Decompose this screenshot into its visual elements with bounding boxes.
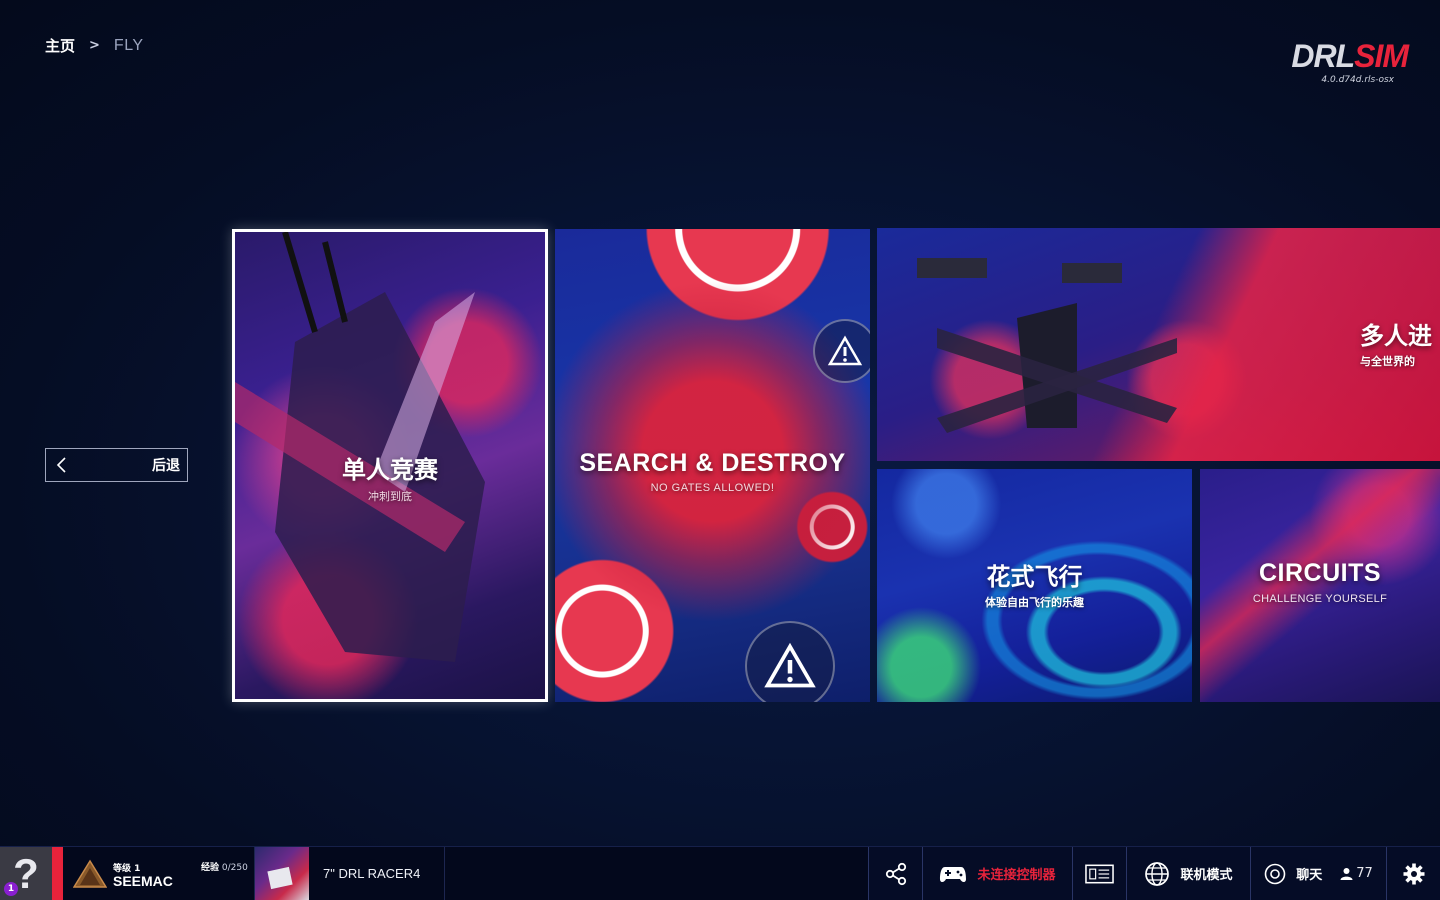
card-circuits-title: CIRCUITS [1258, 559, 1382, 587]
card-multiplayer[interactable]: 多人进 与全世界的 [877, 228, 1440, 461]
user-icon [1340, 868, 1353, 880]
gamepad-icon [940, 866, 967, 882]
share-icon [885, 862, 906, 885]
breadcrumb: 主页 > FLY [45, 35, 144, 56]
drl-sim-logo: DRLSIM 4.0.d74d.rls-osx [1238, 38, 1409, 90]
drones-illustration [917, 258, 1177, 433]
card-multiplayer-subtitle: 与全世界的 [1360, 355, 1415, 368]
card-search-destroy-subtitle: NO GATES ALLOWED! [650, 482, 775, 494]
warning-icon [745, 621, 835, 702]
player-name: SEEMAC [113, 873, 173, 889]
card-freestyle[interactable]: 花式飞行 体验自由飞行的乐趣 [877, 469, 1192, 702]
display-button[interactable] [1072, 847, 1126, 900]
card-freestyle-subtitle: 体验自由飞行的乐趣 [985, 596, 1084, 609]
card-search-destroy[interactable]: SEARCH & DESTROY NO GATES ALLOWED! [555, 229, 870, 702]
drone-name[interactable]: 7" DRL RACER4 [309, 847, 445, 900]
online-mode-label: 联机模式 [1180, 868, 1233, 883]
back-button[interactable]: 后退 [45, 448, 188, 482]
help-button[interactable]: ? 1 [0, 847, 52, 900]
card-circuits[interactable]: CIRCUITS CHALLENGE YOURSELF [1200, 469, 1440, 702]
gear-icon [1403, 863, 1424, 884]
settings-button[interactable] [1386, 847, 1440, 900]
share-button[interactable] [868, 847, 922, 900]
xp-value: 0/250 [221, 863, 248, 873]
warning-icon [813, 319, 870, 383]
logo-sim: SIM [1354, 38, 1409, 74]
drone-thumbnail[interactable] [255, 847, 309, 900]
chat-button[interactable]: 聊天 77 [1250, 847, 1386, 900]
chat-icon [1264, 863, 1286, 884]
version-label: 4.0.d74d.rls-osx [1321, 75, 1394, 85]
card-multiplayer-title: 多人进 [1360, 322, 1432, 350]
screen-icon [1085, 864, 1114, 883]
controller-status: 未连接控制器 [977, 868, 1056, 883]
card-circuits-subtitle: CHALLENGE YOURSELF [1252, 593, 1388, 605]
card-freestyle-title: 花式飞行 [986, 563, 1083, 591]
controller-button[interactable]: 未连接控制器 [922, 847, 1072, 900]
xp-label: 经验 0/250 [201, 860, 248, 873]
player-profile[interactable]: 等级 1 SEEMAC 经验 0/250 [63, 847, 255, 900]
rank-icon [73, 859, 107, 888]
xp-label-text: 经验 [201, 863, 220, 873]
breadcrumb-current: FLY [113, 36, 144, 54]
globe-icon [1145, 861, 1170, 886]
accent-strip [52, 847, 63, 900]
chevron-left-icon [56, 457, 66, 473]
card-single-subtitle: 冲刺到底 [368, 490, 412, 503]
bottom-bar: ? 1 等级 1 SEEMAC 经验 0/250 7" DRL RACER4 未… [0, 846, 1440, 900]
back-button-label: 后退 [152, 458, 180, 474]
card-search-destroy-title: SEARCH & DESTROY [579, 449, 846, 477]
chat-label: 聊天 [1296, 868, 1323, 883]
notification-badge: 1 [4, 882, 18, 896]
card-single-title: 单人竞赛 [342, 456, 438, 484]
online-mode-button[interactable]: 联机模式 [1126, 847, 1250, 900]
online-users: 77 [1340, 866, 1373, 881]
logo-wordmark: DRLSIM [1291, 38, 1409, 74]
breadcrumb-separator: > [89, 38, 100, 53]
logo-drl: DRL [1291, 38, 1355, 74]
online-users-count: 77 [1356, 866, 1373, 881]
breadcrumb-home[interactable]: 主页 [45, 35, 75, 56]
card-single-race[interactable]: 单人竞赛 冲刺到底 [232, 229, 548, 702]
